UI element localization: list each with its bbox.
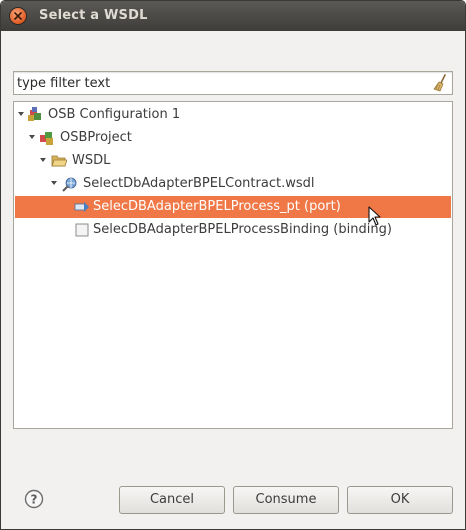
close-icon <box>14 12 22 20</box>
tree-item-label: WSDL <box>72 153 111 168</box>
mouse-pointer-icon <box>368 206 381 226</box>
svg-text:?: ? <box>31 493 38 507</box>
tree-item-wsdl-file[interactable]: SelectDbAdapterBPELContract.wsdl <box>15 173 451 195</box>
tree-item-osb-configuration[interactable]: OSB Configuration 1 <box>15 104 451 126</box>
filter-field[interactable] <box>13 71 453 95</box>
binding-icon <box>75 223 89 237</box>
broom-icon[interactable] <box>432 74 448 92</box>
cancel-button[interactable]: Cancel <box>119 486 225 514</box>
tree-item-osbproject[interactable]: OSBProject <box>15 127 451 149</box>
folder-open-icon <box>51 155 67 167</box>
consume-button[interactable]: Consume <box>233 486 339 514</box>
tree-item-wsdl-folder[interactable]: WSDL <box>15 150 451 172</box>
project-icon <box>40 132 53 145</box>
title-bar: Select a WSDL <box>1 1 465 31</box>
filter-input[interactable] <box>17 74 417 92</box>
port-icon <box>74 202 89 212</box>
tree-item-label: SelecDBAdapterBPELProcess_pt (port) <box>93 199 341 214</box>
tree-item-label: OSBProject <box>60 130 132 145</box>
tree-item-label: SelecDBAdapterBPELProcessBinding (bindin… <box>93 222 392 237</box>
expander-expanded-icon[interactable] <box>40 158 46 162</box>
expander-expanded-icon[interactable] <box>29 135 35 139</box>
help-icon[interactable]: ? <box>24 489 44 509</box>
tree-item-label: OSB Configuration 1 <box>48 107 181 122</box>
wsdl-tree[interactable]: OSB Configuration 1 OSBProject WSDL Sele… <box>13 101 453 429</box>
select-wsdl-dialog: Select a WSDL OSB Configuration 1 <box>0 0 466 530</box>
tree-item-binding[interactable]: SelecDBAdapterBPELProcessBinding (bindin… <box>15 219 451 241</box>
tree-item-port[interactable]: SelecDBAdapterBPELProcess_pt (port) <box>15 196 451 218</box>
wsdl-file-icon <box>62 177 77 192</box>
close-button[interactable] <box>10 8 26 24</box>
expander-expanded-icon[interactable] <box>51 181 57 185</box>
window-title: Select a WSDL <box>39 8 148 23</box>
ok-button[interactable]: OK <box>347 486 453 514</box>
osb-configuration-icon <box>28 107 41 121</box>
tree-item-label: SelectDbAdapterBPELContract.wsdl <box>83 176 315 191</box>
expander-expanded-icon[interactable] <box>18 112 24 116</box>
